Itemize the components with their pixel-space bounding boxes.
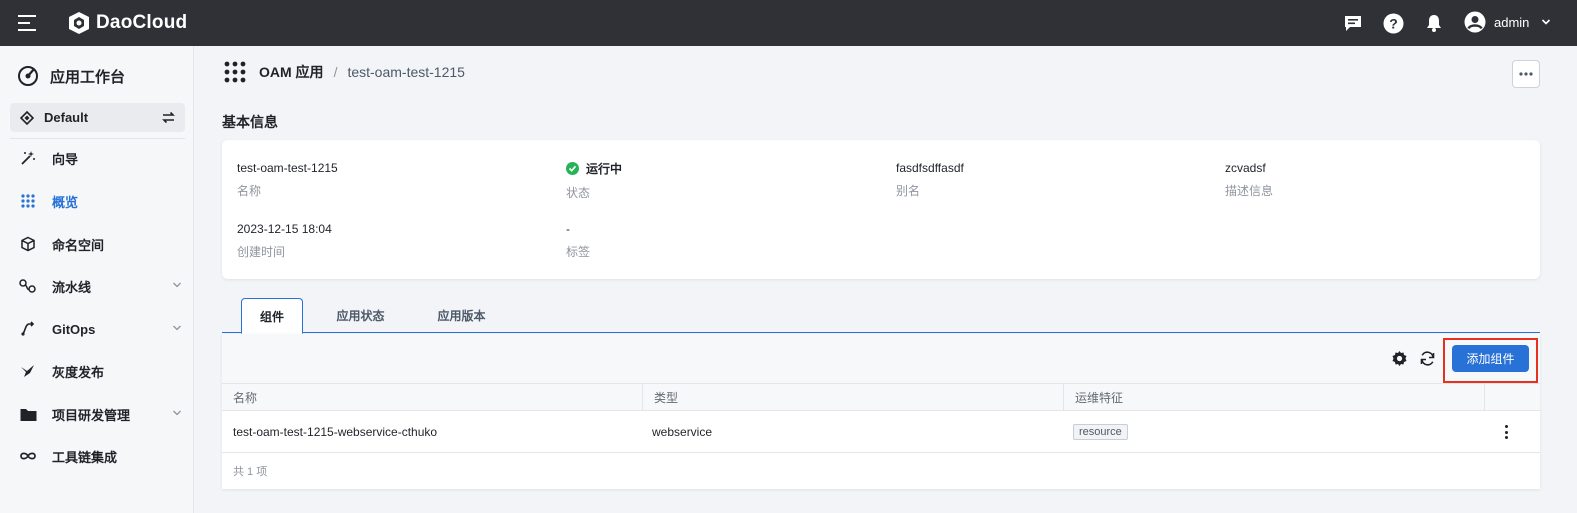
sidebar-item-namespace[interactable]: 命名空间 <box>0 229 194 259</box>
cell-trait: resource <box>1073 411 1128 452</box>
infinity-icon <box>19 447 37 465</box>
field-label: 状态 <box>566 186 591 200</box>
field-created: 2023-12-15 18:04 创建时间 <box>237 221 332 260</box>
daocloud-logo-icon <box>69 12 89 34</box>
folder-icon <box>19 405 37 423</box>
app-grid-icon <box>224 61 246 83</box>
chevron-down-icon <box>173 410 181 416</box>
components-panel: 添加组件 名称 类型 运维特征 test-oam-test-1215-webse… <box>222 334 1540 489</box>
basic-info-card: test-oam-test-1215 名称 运行中 状态 fasdfsdffas… <box>222 140 1540 279</box>
table-footer-total: 共 1 项 <box>222 453 1540 489</box>
bird-icon <box>19 362 37 380</box>
tab-app-status[interactable]: 应用状态 <box>323 298 398 333</box>
field-tags: - 标签 <box>566 221 590 260</box>
refresh-icon[interactable] <box>1418 349 1436 367</box>
settings-icon[interactable] <box>1390 349 1408 367</box>
workspace-name: Default <box>44 110 89 125</box>
pipeline-icon <box>19 277 37 295</box>
field-description: zcvadsf 描述信息 <box>1225 160 1273 199</box>
sidebar-divider <box>10 138 185 139</box>
more-actions-button[interactable] <box>1512 60 1540 88</box>
status-value: 运行中 <box>566 160 622 176</box>
status-text: 运行中 <box>586 161 623 176</box>
add-component-button[interactable]: 添加组件 <box>1452 345 1529 372</box>
field-value: zcvadsf <box>1225 161 1266 175</box>
chevron-down-icon <box>173 282 181 288</box>
user-menu[interactable]: admin <box>1464 11 1551 33</box>
help-icon[interactable]: ? <box>1382 12 1404 34</box>
more-horizontal-icon <box>1519 72 1533 76</box>
field-value: 2023-12-15 18:04 <box>237 222 332 236</box>
field-label: 描述信息 <box>1225 184 1274 198</box>
sidebar-item-guide[interactable]: 向导 <box>0 143 194 173</box>
top-bar: DaoCloud ? admin <box>0 0 1577 46</box>
breadcrumb-separator: / <box>333 64 338 80</box>
sidebar-title: 应用工作台 <box>17 65 125 87</box>
chevron-down-icon <box>173 325 181 331</box>
field-value: test-oam-test-1215 <box>237 161 338 175</box>
cube-icon <box>19 235 37 253</box>
tab-components[interactable]: 组件 <box>241 298 303 334</box>
table-row[interactable]: test-oam-test-1215-webservice-cthuko web… <box>222 411 1540 453</box>
cell-type: webservice <box>652 424 713 439</box>
field-alias: fasdfsdffasdf 别名 <box>896 160 964 199</box>
sidebar: 应用工作台 Default 向导 概览 命名空间 流水线 GitOps 灰度发布… <box>0 46 194 513</box>
wand-icon <box>19 149 37 167</box>
field-label: 创建时间 <box>237 245 286 259</box>
sidebar-item-toolchain[interactable]: 工具链集成 <box>0 441 194 471</box>
breadcrumb: OAM 应用 / test-oam-test-1215 <box>223 60 465 84</box>
gitops-icon <box>19 320 37 338</box>
brand-name: DaoCloud <box>96 12 188 33</box>
workspace-icon <box>20 110 34 125</box>
username: admin <box>1494 14 1530 30</box>
field-status: 运行中 状态 <box>566 160 622 201</box>
column-traits[interactable]: 运维特征 <box>1063 384 1484 411</box>
brand-logo[interactable]: DaoCloud <box>66 10 187 36</box>
sidebar-item-project-dev[interactable]: 项目研发管理 <box>0 399 194 429</box>
cell-name[interactable]: test-oam-test-1215-webservice-cthuko <box>233 411 437 452</box>
field-value: - <box>566 222 570 236</box>
breadcrumb-parent[interactable]: OAM 应用 <box>259 62 324 82</box>
switch-icon[interactable] <box>161 110 176 125</box>
sidebar-item-gitops[interactable]: GitOps <box>0 314 194 344</box>
field-label: 名称 <box>237 184 262 198</box>
user-avatar-icon <box>1464 11 1486 33</box>
sidebar-item-canary[interactable]: 灰度发布 <box>0 356 194 386</box>
field-value: fasdfsdffasdf <box>896 161 964 175</box>
trait-tag: resource <box>1073 423 1128 440</box>
check-circle-icon <box>566 161 579 175</box>
field-label: 标签 <box>566 245 591 259</box>
bell-icon[interactable] <box>1423 12 1445 34</box>
column-name[interactable]: 名称 <box>222 384 642 411</box>
sidebar-item-pipeline[interactable]: 流水线 <box>0 271 194 301</box>
workspace-selector[interactable]: Default <box>10 103 185 132</box>
svg-text:?: ? <box>1389 15 1398 31</box>
section-title: 基本信息 <box>222 114 278 130</box>
sidebar-item-overview[interactable]: 概览 <box>0 186 194 216</box>
breadcrumb-current: test-oam-test-1215 <box>347 64 465 80</box>
workbench-icon <box>18 66 38 86</box>
row-actions-icon[interactable] <box>1502 424 1510 440</box>
field-name: test-oam-test-1215 名称 <box>237 160 338 199</box>
column-actions <box>1484 384 1540 411</box>
chevron-down-icon <box>1542 19 1551 25</box>
chat-icon[interactable] <box>1342 12 1364 34</box>
tab-app-version[interactable]: 应用版本 <box>424 298 499 333</box>
table-header: 名称 类型 运维特征 <box>222 383 1540 411</box>
detail-tabs: 组件 应用状态 应用版本 <box>222 298 1540 334</box>
menu-icon[interactable] <box>18 15 36 31</box>
field-label: 别名 <box>896 184 921 198</box>
column-type[interactable]: 类型 <box>642 384 1063 411</box>
grid-icon <box>19 192 37 210</box>
